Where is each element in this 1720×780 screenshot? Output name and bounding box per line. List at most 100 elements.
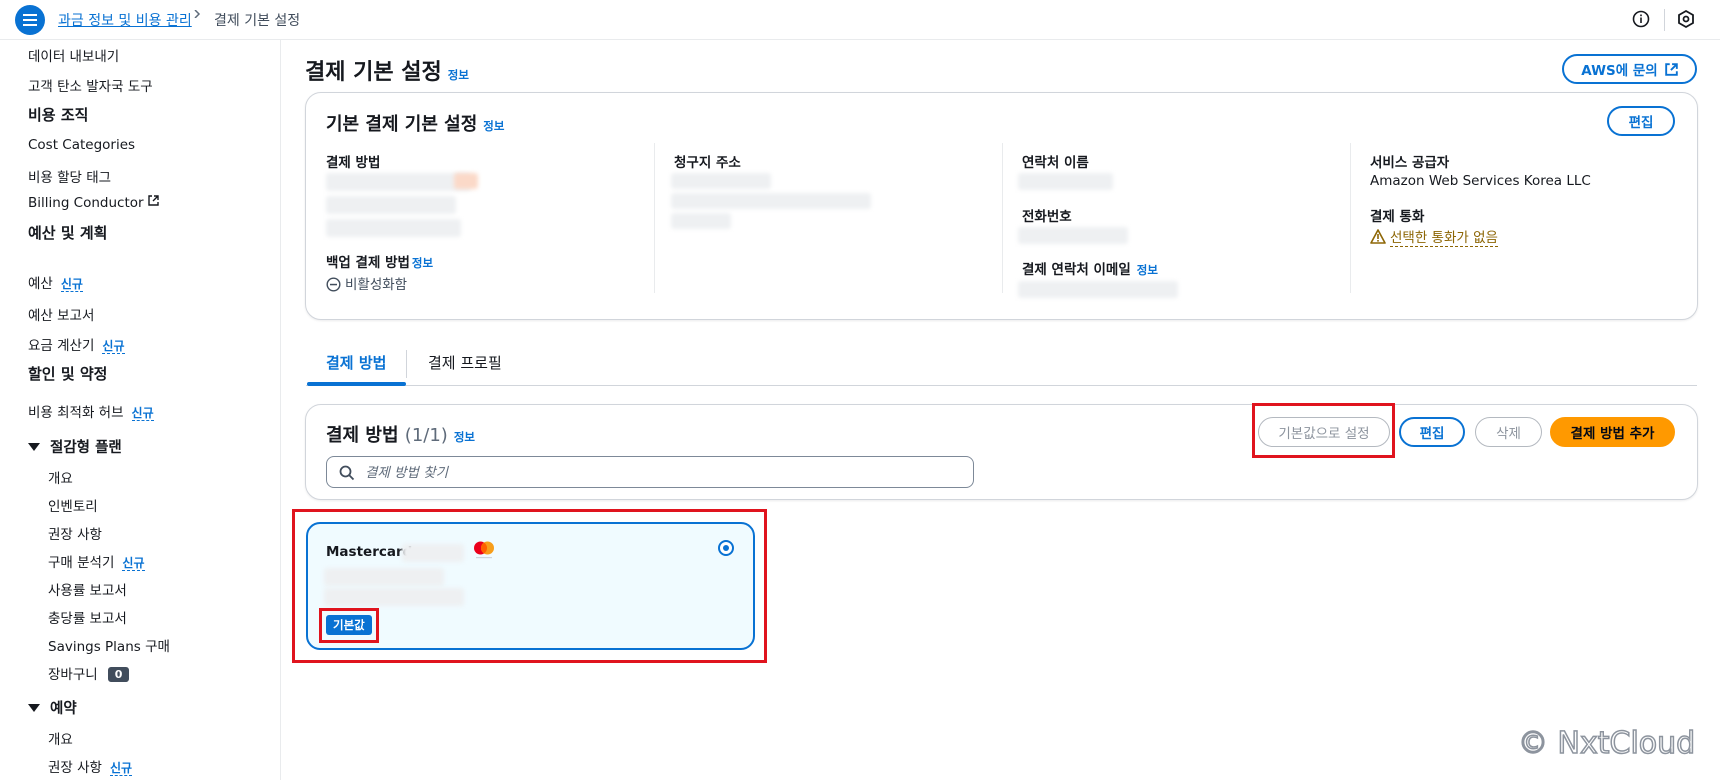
search-input[interactable]	[365, 463, 955, 483]
billing-email-info-link[interactable]: 정보	[1137, 263, 1158, 277]
panel-title: 결제 방법 (1/1) 정보	[326, 421, 475, 447]
sidebar-item-label: 예산	[28, 276, 53, 292]
sidebar-section-label: 비용 조직	[28, 106, 89, 124]
sidebar-item-ri-overview[interactable]: 개요	[48, 728, 73, 748]
sidebar-item-label: 충당률 보고서	[48, 611, 127, 627]
sidebar-item-label: Cost Categories	[28, 137, 136, 153]
column-divider	[654, 143, 655, 293]
backup-info-link[interactable]: 정보	[412, 256, 433, 270]
new-badge: 신규	[122, 556, 145, 571]
sidebar-item-sp-overview[interactable]: 개요	[48, 467, 73, 487]
redacted-address	[671, 193, 871, 209]
settings-hexagon-icon[interactable]	[1676, 9, 1696, 29]
methods-count: (1/1)	[404, 425, 448, 446]
sidebar-item-label: 예산 보고서	[28, 308, 95, 324]
sidebar-item-label: 권장 사항	[48, 760, 102, 776]
redacted-payment-info	[326, 219, 461, 237]
sidebar-section-label: 예산 및 계획	[28, 224, 108, 242]
redacted-phone	[1018, 227, 1128, 244]
sidebar-item-carbon-footprint[interactable]: 고객 탄소 발자국 도구	[28, 75, 153, 95]
sidebar-item-sp-purchase-analyzer[interactable]: 구매 분석기 신규	[48, 551, 145, 571]
edit-preferences-button[interactable]: 편집	[1607, 106, 1675, 136]
add-payment-method-button[interactable]: 결제 방법 추가	[1550, 417, 1675, 447]
new-badge: 신규	[60, 277, 83, 292]
sidebar-item-label: 인벤토리	[48, 499, 98, 515]
delete-method-button[interactable]: 삭제	[1475, 417, 1542, 447]
billing-email-label-text: 결제 연락처 이메일	[1022, 262, 1131, 278]
methods-info-link[interactable]: 정보	[454, 430, 475, 444]
sidebar-group-reservations[interactable]: 예약	[28, 697, 77, 718]
chevron-right-icon	[194, 10, 201, 18]
tab-payment-profiles[interactable]: 결제 프로필	[428, 352, 502, 373]
sidebar-item-sp-recommendations[interactable]: 권장 사항	[48, 523, 102, 543]
sidebar-item-sp-coverage[interactable]: 충당률 보고서	[48, 607, 127, 627]
billing-address-label: 청구지 주소	[674, 155, 741, 171]
sidebar-section-budgets-planning: 예산 및 계획	[28, 222, 107, 243]
payment-method-label: 결제 방법	[326, 155, 381, 171]
panel-title: 기본 결제 기본 설정 정보	[326, 110, 504, 136]
sidebar-item-sp-utilization[interactable]: 사용률 보고서	[48, 579, 127, 599]
side-navigation: 데이터 내보내기 고객 탄소 발자국 도구 비용 조직 Cost Categor…	[0, 40, 281, 780]
sidebar-item-label: 고객 탄소 발자국 도구	[28, 79, 153, 95]
sidebar-item-budget-reports[interactable]: 예산 보고서	[28, 304, 94, 324]
warning-icon	[1370, 229, 1386, 244]
currency-warning-text: 선택한 통화가 없음	[1390, 230, 1498, 247]
hamburger-icon	[23, 19, 37, 21]
sidebar-section-cost-organization: 비용 조직	[28, 104, 88, 125]
page-info-link[interactable]: 정보	[448, 68, 469, 82]
sidebar-item-label: 비용 할당 태그	[28, 170, 112, 186]
contact-aws-button[interactable]: AWS에 문의	[1562, 54, 1697, 84]
sidebar-item-label: 사용률 보고서	[48, 583, 127, 599]
sidebar-item-label: 구매 분석기	[48, 555, 115, 571]
sidebar-item-cost-optimization-hub[interactable]: 비용 최적화 허브 신규	[28, 401, 154, 421]
sidebar-item-data-export[interactable]: 데이터 내보내기	[28, 45, 119, 65]
info-circle-icon[interactable]	[1632, 10, 1650, 28]
watermark: © NxtCloud	[1517, 725, 1696, 762]
sidebar-item-sp-purchase[interactable]: Savings Plans 구매	[48, 635, 170, 655]
redacted-payment-info	[326, 173, 471, 191]
sidebar-section-label: 할인 및 약정	[28, 365, 108, 383]
sidebar-item-ri-recommendations[interactable]: 권장 사항 신규	[48, 756, 133, 776]
phone-label: 전화번호	[1022, 209, 1072, 225]
billing-currency-value[interactable]: 선택한 통화가 없음	[1370, 226, 1498, 247]
redacted-card-logo	[454, 173, 478, 189]
sidebar-item-cost-allocation-tags[interactable]: 비용 할당 태그	[28, 166, 111, 186]
active-tab-indicator	[307, 382, 406, 386]
edit-method-button[interactable]: 편집	[1399, 417, 1465, 447]
sidebar-item-label: Savings Plans 구매	[48, 639, 170, 655]
panel-title-text: 기본 결제 기본 설정	[326, 114, 478, 135]
sidebar-group-label: 예약	[50, 701, 77, 717]
column-divider	[1350, 143, 1351, 293]
page-title: 결제 기본 설정 정보	[305, 54, 469, 86]
redacted-email	[1018, 281, 1178, 298]
sidebar-group-savings-plans[interactable]: 절감형 플랜	[28, 436, 122, 457]
sidebar-item-budgets[interactable]: 예산 신규	[28, 272, 83, 292]
sidebar-section-savings-commitments: 할인 및 약정	[28, 363, 107, 384]
caret-down-icon	[28, 443, 40, 451]
sidebar-item-sp-inventory[interactable]: 인벤토리	[48, 495, 98, 515]
tab-payment-methods[interactable]: 결제 방법	[326, 352, 386, 373]
sidebar-item-label: 권장 사항	[48, 527, 102, 543]
new-badge: 신규	[109, 761, 133, 776]
breadcrumb-billing-link[interactable]: 과금 정보 및 비용 관리	[58, 10, 192, 30]
page-title-text: 결제 기본 설정	[305, 60, 442, 85]
service-provider-value: Amazon Web Services Korea LLC	[1370, 173, 1591, 189]
external-link-icon	[1664, 62, 1678, 76]
menu-toggle-button[interactable]	[15, 5, 45, 35]
panel-info-link[interactable]: 정보	[483, 119, 504, 133]
sidebar-item-sp-cart[interactable]: 장바구니 0	[48, 663, 130, 683]
sidebar-item-pricing-calculator[interactable]: 요금 계산기 신규	[28, 334, 125, 354]
sidebar-item-label: 비용 최적화 허브	[28, 405, 124, 421]
redacted-address	[671, 213, 731, 229]
search-icon	[339, 465, 355, 481]
topbar-divider	[1664, 9, 1665, 31]
sidebar-item-label: 데이터 내보내기	[28, 49, 120, 65]
payment-method-search[interactable]	[326, 456, 974, 488]
sidebar-item-label: 개요	[48, 471, 73, 487]
sidebar-item-billing-conductor[interactable]: Billing Conductor	[28, 195, 159, 211]
sidebar-item-cost-categories[interactable]: Cost Categories	[28, 137, 135, 153]
default-payment-preferences-panel: 기본 결제 기본 설정 정보 편집 결제 방법 백업 결제 방법 정보 비활성화함 …	[305, 92, 1698, 320]
billing-currency-label: 결제 통화	[1370, 209, 1425, 225]
redacted-contact-name	[1018, 173, 1113, 190]
highlight-box-set-default	[1252, 403, 1395, 458]
